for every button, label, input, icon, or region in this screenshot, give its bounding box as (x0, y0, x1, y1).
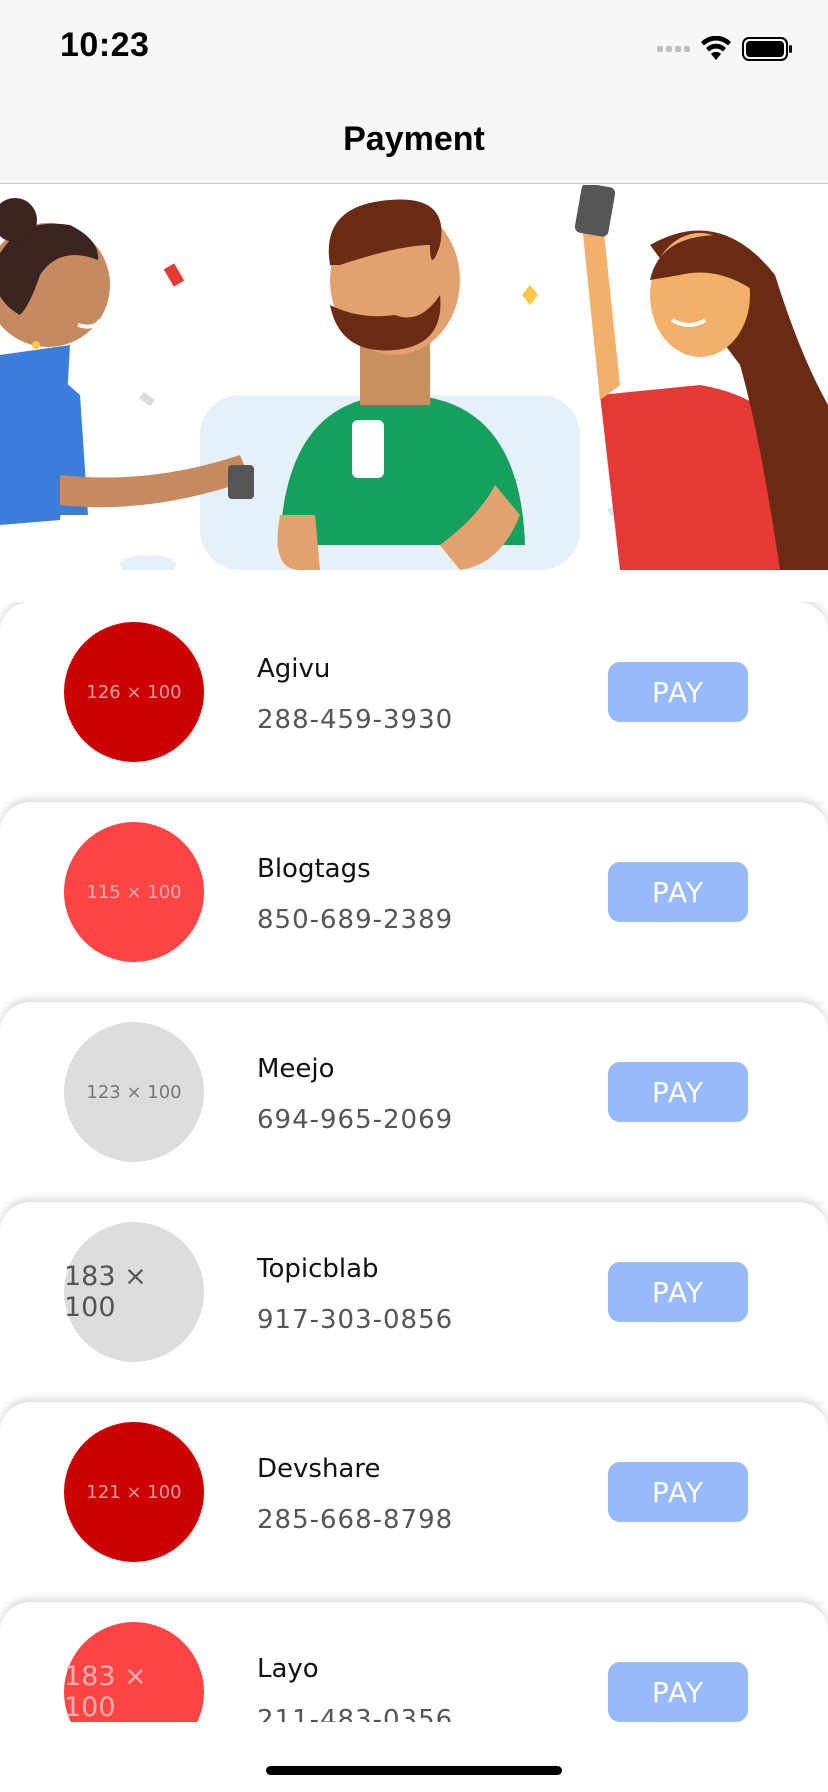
payee-name: Meejo (257, 1054, 335, 1084)
avatar-placeholder-text: 183 × 100 (64, 1661, 147, 1722)
payee-card: 126 × 100 Agivu 288-459-3930 PAY (0, 602, 828, 802)
status-bar: 10:23 (0, 0, 828, 88)
payee-list[interactable]: 126 × 100 Agivu 288-459-3930 PAY 115 × 1… (0, 602, 828, 1722)
pay-button[interactable]: PAY (608, 662, 748, 722)
payee-avatar: 183 × 100 (64, 1222, 204, 1362)
payee-phone: 211-483-0356 (257, 1705, 454, 1722)
payee-card: 183 × 100 Layo 211-483-0356 PAY (0, 1602, 828, 1722)
wifi-icon (701, 36, 731, 60)
payee-card: 123 × 100 Meejo 694-965-2069 PAY (0, 1002, 828, 1202)
home-indicator[interactable] (266, 1766, 562, 1775)
status-icons (657, 34, 794, 64)
battery-icon (742, 37, 792, 61)
hero-illustration (0, 185, 828, 570)
payee-avatar: 121 × 100 (64, 1422, 204, 1562)
cellular-signal-icon (657, 46, 690, 52)
payee-avatar: 123 × 100 (64, 1022, 204, 1162)
avatar-placeholder-text: 115 × 100 (86, 881, 182, 903)
pay-button[interactable]: PAY (608, 1662, 748, 1722)
avatar-placeholder-text: 121 × 100 (86, 1481, 182, 1503)
page-title: Payment (343, 120, 485, 158)
payee-card: 183 × 100 Topicblab 917-303-0856 PAY (0, 1202, 828, 1402)
payee-name: Layo (257, 1654, 319, 1684)
pay-button[interactable]: PAY (608, 862, 748, 922)
payee-avatar: 115 × 100 (64, 822, 204, 962)
payee-name: Devshare (257, 1454, 381, 1484)
pay-button[interactable]: PAY (608, 1462, 748, 1522)
avatar-placeholder-text: 126 × 100 (86, 681, 182, 703)
payee-phone: 917-303-0856 (257, 1305, 454, 1335)
pay-button[interactable]: PAY (608, 1262, 748, 1322)
payee-avatar: 126 × 100 (64, 622, 204, 762)
payee-phone: 288-459-3930 (257, 705, 454, 735)
pay-button[interactable]: PAY (608, 1062, 748, 1122)
payee-card: 115 × 100 Blogtags 850-689-2389 PAY (0, 802, 828, 1002)
payee-card: 121 × 100 Devshare 285-668-8798 PAY (0, 1402, 828, 1602)
payee-name: Blogtags (257, 854, 371, 884)
payee-phone: 850-689-2389 (257, 905, 454, 935)
people-with-phones-illustration (0, 185, 828, 570)
payee-name: Agivu (257, 654, 331, 684)
navigation-bar: Payment (0, 88, 828, 184)
avatar-placeholder-text: 123 × 100 (86, 1081, 182, 1103)
avatar-placeholder-text: 183 × 100 (64, 1261, 147, 1323)
payee-phone: 285-668-8798 (257, 1505, 454, 1535)
payee-name: Topicblab (257, 1254, 379, 1284)
status-time: 10:23 (60, 26, 150, 64)
payee-avatar: 183 × 100 (64, 1622, 204, 1722)
payee-phone: 694-965-2069 (257, 1105, 454, 1135)
